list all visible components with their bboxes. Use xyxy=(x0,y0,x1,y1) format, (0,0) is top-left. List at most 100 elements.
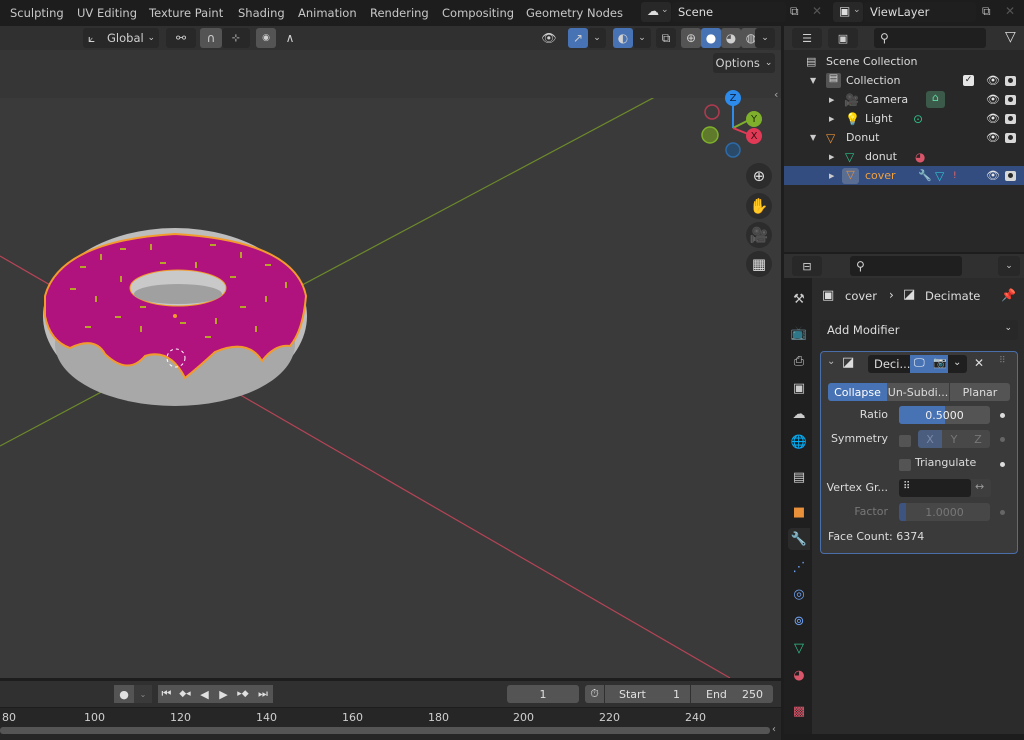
overlays-dropdown[interactable]: ⌄ xyxy=(633,28,651,48)
pin-icon[interactable]: 📌 xyxy=(1001,288,1016,302)
view-layer-selector-button[interactable]: ▣ ⌄ xyxy=(833,2,863,22)
keyframe-dot-icon[interactable] xyxy=(1000,462,1005,467)
shading-dropdown[interactable]: ⌄ xyxy=(755,28,775,48)
play-button[interactable]: ▶ xyxy=(214,685,233,703)
tab-rendering[interactable]: Rendering xyxy=(370,6,429,20)
symmetry-axis-z[interactable]: Z xyxy=(966,430,990,448)
mode-planar-tab[interactable]: Planar xyxy=(950,383,1010,401)
tab-material[interactable]: ◕ xyxy=(788,664,810,686)
prev-keyframe-button[interactable]: ◆◂ xyxy=(175,685,195,703)
symmetry-checkbox[interactable] xyxy=(899,435,911,447)
collapse-chevron-icon[interactable]: ⌄ xyxy=(827,356,835,367)
falloff-dropdown[interactable]: ∧ xyxy=(276,28,304,48)
duplicate-scene-icon[interactable]: ⧉ xyxy=(790,4,799,19)
tab-compositing[interactable]: Compositing xyxy=(442,6,514,20)
exclude-checkbox[interactable]: ✓ xyxy=(963,75,974,86)
tab-physics[interactable]: ◎ xyxy=(788,583,810,605)
pan-view-button[interactable]: ✋ xyxy=(746,193,772,219)
tab-shading[interactable]: Shading xyxy=(238,6,285,20)
modifier-name-field[interactable]: Deci... xyxy=(868,355,910,373)
tab-mesh-data[interactable]: ▽ xyxy=(788,637,810,659)
show-in-render-toggle[interactable]: 📷 xyxy=(929,355,948,373)
render-camera-icon[interactable] xyxy=(1005,94,1016,105)
gizmo-x-axis[interactable]: X xyxy=(746,128,762,144)
sidebar-toggle-icon[interactable]: ‹ xyxy=(774,88,778,101)
scene-name-field[interactable]: Scene xyxy=(672,2,786,22)
gizmo-y-axis[interactable]: Y xyxy=(746,111,762,127)
overlays-toggle[interactable]: ◐ xyxy=(613,28,633,48)
options-dropdown[interactable]: Options ⌄ xyxy=(713,53,775,73)
material-icon[interactable]: ◕ xyxy=(915,150,925,164)
render-camera-icon[interactable] xyxy=(1005,113,1016,124)
tab-output[interactable]: ⎙ xyxy=(788,350,810,372)
expand-right-icon[interactable]: ▶ xyxy=(829,115,834,123)
add-modifier-dropdown[interactable]: Add Modifier ⌄ xyxy=(820,320,1018,340)
jump-start-button[interactable]: ⏮ xyxy=(158,685,175,703)
properties-search-input[interactable]: ⚲ xyxy=(850,256,962,276)
tab-texture-paint[interactable]: Texture Paint xyxy=(149,6,223,20)
auto-keying-toggle[interactable]: ● xyxy=(114,685,134,703)
outliner-item-collection[interactable]: ▼ ▤ Collection ✓ 👁 xyxy=(784,71,1024,90)
tab-collection[interactable]: ▤ xyxy=(788,466,810,488)
triangulate-checkbox[interactable] xyxy=(899,459,911,471)
selectability-visibility-dropdown[interactable]: 👁 xyxy=(533,28,565,48)
expand-down-icon[interactable]: ▼ xyxy=(810,76,816,85)
shading-wireframe[interactable]: ⊕ xyxy=(681,28,701,48)
end-frame-field[interactable]: End 250 xyxy=(691,685,773,703)
tab-animation[interactable]: Animation xyxy=(298,6,357,20)
eye-icon[interactable]: 👁 xyxy=(986,93,1000,106)
expand-right-icon[interactable]: ▶ xyxy=(829,172,834,180)
remove-modifier-icon[interactable]: ✕ xyxy=(974,356,984,370)
expand-right-icon[interactable]: ▶ xyxy=(829,96,834,104)
transform-orientation-dropdown[interactable]: ⟀ Global ⌄ xyxy=(83,28,159,48)
outliner-item-donut-mesh[interactable]: ▶ ▽ donut ◕ xyxy=(784,147,1024,166)
symmetry-axis-x[interactable]: X xyxy=(918,430,942,448)
tab-constraints[interactable]: ⊚ xyxy=(788,610,810,632)
tab-geometry-nodes[interactable]: Geometry Nodes xyxy=(526,6,623,20)
wrench-modifier-icon[interactable]: 🔧 xyxy=(918,169,932,182)
tab-tool[interactable]: ⚒ xyxy=(788,288,810,310)
pivot-point-dropdown[interactable]: ⚯ xyxy=(166,28,196,48)
zoom-view-button[interactable]: ⊕ xyxy=(746,163,772,189)
mesh-data-icon[interactable]: ▽ xyxy=(935,169,944,183)
collapse-arrow-icon[interactable]: ‹ xyxy=(772,724,776,735)
close-view-layer-icon[interactable]: ✕ xyxy=(1005,4,1015,18)
expand-down-icon[interactable]: ▼ xyxy=(810,133,816,142)
timeline-scrollbar[interactable] xyxy=(0,727,770,734)
perspective-toggle-button[interactable]: ▦ xyxy=(746,251,772,277)
view-layer-name-field[interactable]: ViewLayer xyxy=(864,2,976,22)
render-camera-icon[interactable] xyxy=(1005,170,1016,181)
options-dropdown[interactable]: ⌄ xyxy=(998,256,1020,276)
outliner-item-donut-empty[interactable]: ▼ ▽ Donut 👁 xyxy=(784,128,1024,147)
tab-scene[interactable]: ☁ xyxy=(788,403,810,425)
scene-selector-button[interactable]: ☁ ⌄ xyxy=(641,2,671,22)
render-camera-icon[interactable] xyxy=(1005,132,1016,143)
show-in-viewport-toggle[interactable]: 🖵 xyxy=(910,355,929,373)
ratio-slider[interactable]: 0.5000 xyxy=(899,406,990,424)
light-data-icon[interactable]: ⊙ xyxy=(913,112,923,126)
tab-modifiers[interactable]: 🔧 xyxy=(788,528,810,550)
outliner-item-camera[interactable]: ▶ 🎥 Camera ⌂ 👁 xyxy=(784,90,1024,109)
gizmo-toggle[interactable]: ↗ xyxy=(568,28,588,48)
factor-slider[interactable]: 1.0000 xyxy=(899,503,990,521)
tab-particles[interactable]: ⋰ xyxy=(788,556,810,578)
editor-type-dropdown[interactable]: ⊟ xyxy=(792,256,822,276)
filter-icon[interactable]: ▽ xyxy=(1005,29,1016,45)
proportional-edit-toggle[interactable]: ◉ xyxy=(256,28,276,48)
keying-dropdown[interactable]: ⌄ xyxy=(134,685,152,703)
outliner-search-input[interactable]: ⚲ xyxy=(874,28,986,48)
tab-render[interactable]: 📺 xyxy=(788,322,810,344)
eye-icon[interactable]: 👁 xyxy=(986,112,1000,125)
render-camera-icon[interactable] xyxy=(1005,75,1016,86)
tab-view-layer[interactable]: ▣ xyxy=(788,377,810,399)
drag-handle-icon[interactable]: ⠿ xyxy=(999,356,1006,366)
mode-collapse-tab[interactable]: Collapse xyxy=(828,383,887,401)
outliner-item-scene-collection[interactable]: ▤ Scene Collection xyxy=(784,52,1024,71)
3d-viewport[interactable]: ⟀ Global ⌄ ⚯ ∩ ⊹ ◉ ∧ 👁 ↗ ⌄ ◐ ⌄ ⧉ ⊕ ● ◕ ◍… xyxy=(0,26,781,678)
shading-solid[interactable]: ● xyxy=(701,28,721,48)
duplicate-view-layer-icon[interactable]: ⧉ xyxy=(982,4,991,19)
eye-icon[interactable]: 👁 xyxy=(986,169,1000,182)
expand-right-icon[interactable]: ▶ xyxy=(829,153,834,161)
modifier-extras-dropdown[interactable]: ⌄ xyxy=(948,355,967,373)
outliner-item-cover[interactable]: ▶ ▽ cover 🔧 ▽ ! 👁 xyxy=(784,166,1024,185)
